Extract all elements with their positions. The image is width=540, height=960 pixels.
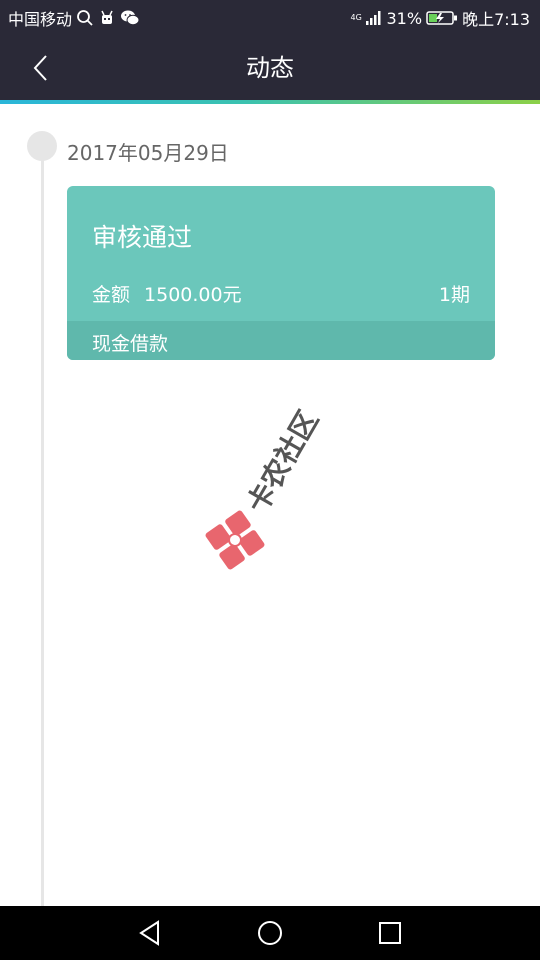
- clock: 晚上7:13: [462, 10, 530, 29]
- timeline-line: [41, 150, 44, 906]
- battery-charging-icon: [426, 10, 458, 26]
- amount-label: 金额: [92, 284, 131, 306]
- card-type: 现金借款: [92, 333, 169, 355]
- battery-percent: 31%: [386, 8, 423, 28]
- status-bar-right: 4G 31% 晚上7:13: [351, 0, 531, 36]
- recents-square-icon: [378, 921, 402, 945]
- amount-value: 1500.00元: [144, 284, 242, 306]
- card-period: 1期: [438, 284, 470, 306]
- header-accent-line: [0, 100, 540, 104]
- app-header: 动态: [0, 36, 540, 100]
- card-amount-row: 金额 1500.00元: [92, 280, 242, 307]
- loan-status-card[interactable]: 审核通过 金额 1500.00元 1期 现金借款: [67, 186, 495, 360]
- watermark-logo-icon: [205, 510, 265, 570]
- timeline-date: 2017年05月29日: [67, 141, 229, 165]
- card-footer: 现金借款: [67, 321, 495, 360]
- nav-home-button[interactable]: [240, 906, 300, 960]
- watermark: 卡农社区: [205, 395, 345, 575]
- carrier-name: 中国移动: [8, 10, 73, 29]
- back-triangle-icon: [138, 920, 162, 946]
- robot-icon: [98, 9, 116, 27]
- signal-icon: [365, 10, 383, 26]
- status-bar-left: 中国移动: [8, 0, 140, 36]
- watermark-text: 卡农社区: [240, 405, 325, 519]
- network-type-label: 4G: [350, 13, 362, 22]
- search-icon: [76, 9, 94, 27]
- timeline-dot: [27, 131, 57, 161]
- home-circle-icon: [256, 919, 284, 947]
- page-title: 动态: [246, 54, 294, 82]
- nav-recents-button[interactable]: [360, 906, 420, 960]
- nav-back-button[interactable]: [120, 906, 180, 960]
- system-nav-bar: [0, 906, 540, 960]
- wechat-icon: [120, 9, 140, 27]
- card-status: 审核通过: [92, 223, 193, 252]
- status-bar: 中国移动 4G 31% 晚上7:13: [0, 0, 540, 36]
